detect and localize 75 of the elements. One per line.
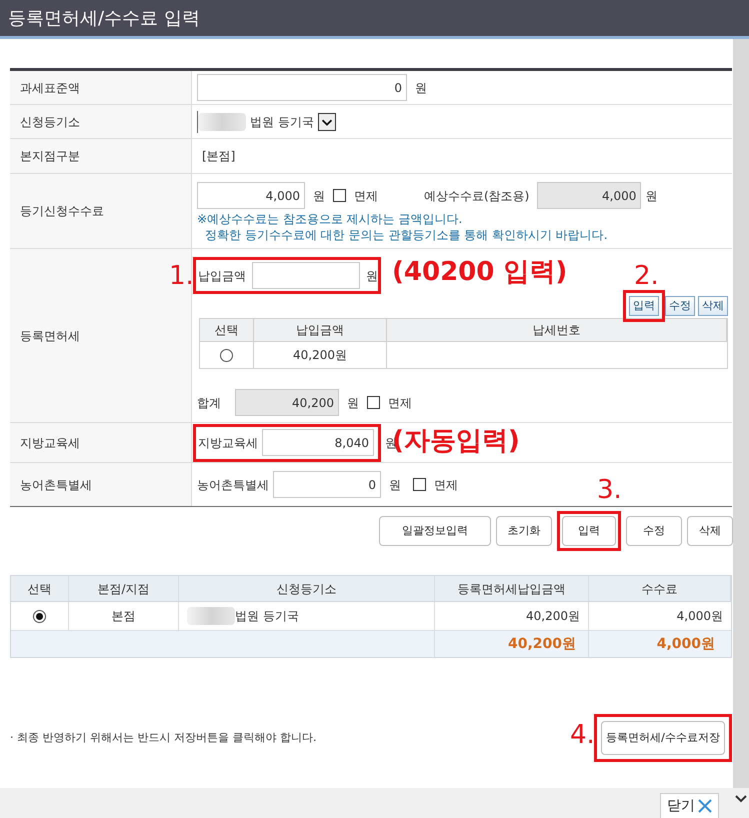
label: 지방교육세 bbox=[198, 434, 258, 452]
label: 납입금액 bbox=[198, 268, 246, 284]
row-label: 신청등기소 bbox=[20, 114, 80, 130]
input-field[interactable]: 0 bbox=[197, 74, 407, 101]
input-field[interactable]: 8,040 bbox=[262, 429, 374, 456]
checkbox[interactable] bbox=[413, 478, 426, 491]
small-button[interactable]: 입력 bbox=[629, 296, 659, 316]
close-icon bbox=[698, 799, 712, 813]
input-field[interactable]: 4,000 bbox=[197, 182, 305, 209]
row-label: 지방교육세 bbox=[20, 434, 80, 452]
table-cell-text: 본점 bbox=[112, 608, 136, 625]
checkbox-label: 면제 bbox=[354, 188, 378, 204]
annotation-note: (40200 입력) bbox=[392, 259, 568, 285]
notice-text: ※예상수수료는 참조용으로 제시하는 금액입니다. bbox=[197, 212, 462, 226]
action-button[interactable]: 수정 bbox=[626, 516, 682, 546]
column-header: 본점/지점 bbox=[69, 576, 179, 601]
notice-text: · 최종 반영하기 위해서는 반드시 저장버튼을 클릭해야 합니다. bbox=[10, 730, 316, 746]
input-field[interactable]: 40,200 bbox=[235, 389, 339, 416]
scrollbar[interactable] bbox=[733, 39, 749, 788]
column-header: 신청등기소 bbox=[179, 576, 435, 601]
row-label: 과세표준액 bbox=[20, 80, 80, 96]
step-number: 4. bbox=[570, 722, 595, 748]
small-button[interactable]: 수정 bbox=[665, 296, 695, 316]
unit-label: 원 bbox=[645, 188, 658, 204]
blurred-redaction bbox=[198, 112, 246, 130]
chevron-down-icon[interactable] bbox=[735, 794, 747, 804]
input-field[interactable]: 4,000 bbox=[537, 182, 642, 209]
input-field[interactable]: 0 bbox=[273, 471, 381, 498]
notice-text: 정확한 등기수수료에 대한 문의는 관할등기소를 통해 확인하시기 바랍니다. bbox=[205, 228, 608, 242]
row-label: 본지점구분 bbox=[20, 148, 80, 165]
checkbox-label: 면제 bbox=[434, 476, 458, 494]
row-label: 등록면허세 bbox=[20, 328, 80, 344]
total-amount: 4,000원 bbox=[656, 634, 715, 654]
table-cell-text: 40,200원 bbox=[526, 608, 580, 625]
input-field[interactable] bbox=[252, 262, 360, 289]
label: 예상수수료(참조용) bbox=[424, 188, 530, 204]
table-cell-text: 법원 등기국 bbox=[235, 608, 299, 625]
step-number: 1. bbox=[169, 263, 194, 289]
radio-button[interactable] bbox=[33, 610, 46, 622]
column-header: 선택 bbox=[11, 576, 69, 601]
action-button[interactable]: 초기화 bbox=[496, 516, 552, 546]
unit-label: 원 bbox=[389, 476, 401, 494]
column-header: 납입금액 bbox=[254, 319, 387, 342]
column-header: 선택 bbox=[200, 319, 254, 342]
unit-label: 원 bbox=[415, 80, 427, 96]
label: 농어촌특별세 bbox=[197, 476, 269, 494]
label: 합계 bbox=[197, 394, 221, 412]
checkbox[interactable] bbox=[333, 189, 346, 202]
window-title: 등록면허세/수수료 입력 bbox=[8, 6, 200, 30]
column-header: 납세번호 bbox=[387, 319, 727, 342]
small-button[interactable]: 삭제 bbox=[698, 296, 728, 316]
row-label: 농어촌특별세 bbox=[20, 476, 92, 494]
step-number: 3. bbox=[597, 477, 622, 503]
radio-button[interactable] bbox=[220, 348, 233, 362]
total-amount: 40,200원 bbox=[508, 634, 576, 654]
unit-label: 원 bbox=[366, 268, 378, 284]
table-cell-text: 40,200원 bbox=[293, 347, 347, 364]
checkbox-label: 면제 bbox=[388, 394, 412, 412]
action-button[interactable]: 일괄정보입력 bbox=[379, 516, 491, 546]
unit-label: 원 bbox=[313, 188, 325, 204]
action-button[interactable]: 입력 bbox=[562, 516, 616, 546]
column-header: 수수료 bbox=[589, 576, 731, 601]
action-button[interactable]: 삭제 bbox=[687, 516, 733, 546]
table-cell-text: 4,000원 bbox=[676, 608, 723, 625]
row-label: 등기신청수수료 bbox=[20, 203, 104, 220]
unit-label: 원 bbox=[347, 394, 359, 412]
office-dropdown[interactable]: 법원 등기국 bbox=[197, 110, 336, 132]
step-number: 2. bbox=[634, 263, 659, 289]
save-button[interactable]: 등록면허세/수수료저장 bbox=[601, 721, 725, 755]
close-button[interactable]: 닫기 bbox=[660, 793, 719, 818]
blurred-redaction bbox=[187, 607, 235, 625]
checkbox[interactable] bbox=[367, 396, 380, 410]
value-text: [본점] bbox=[202, 148, 236, 165]
chevron-down-icon bbox=[318, 112, 336, 130]
column-header: 등록면허세납입금액 bbox=[435, 576, 589, 601]
